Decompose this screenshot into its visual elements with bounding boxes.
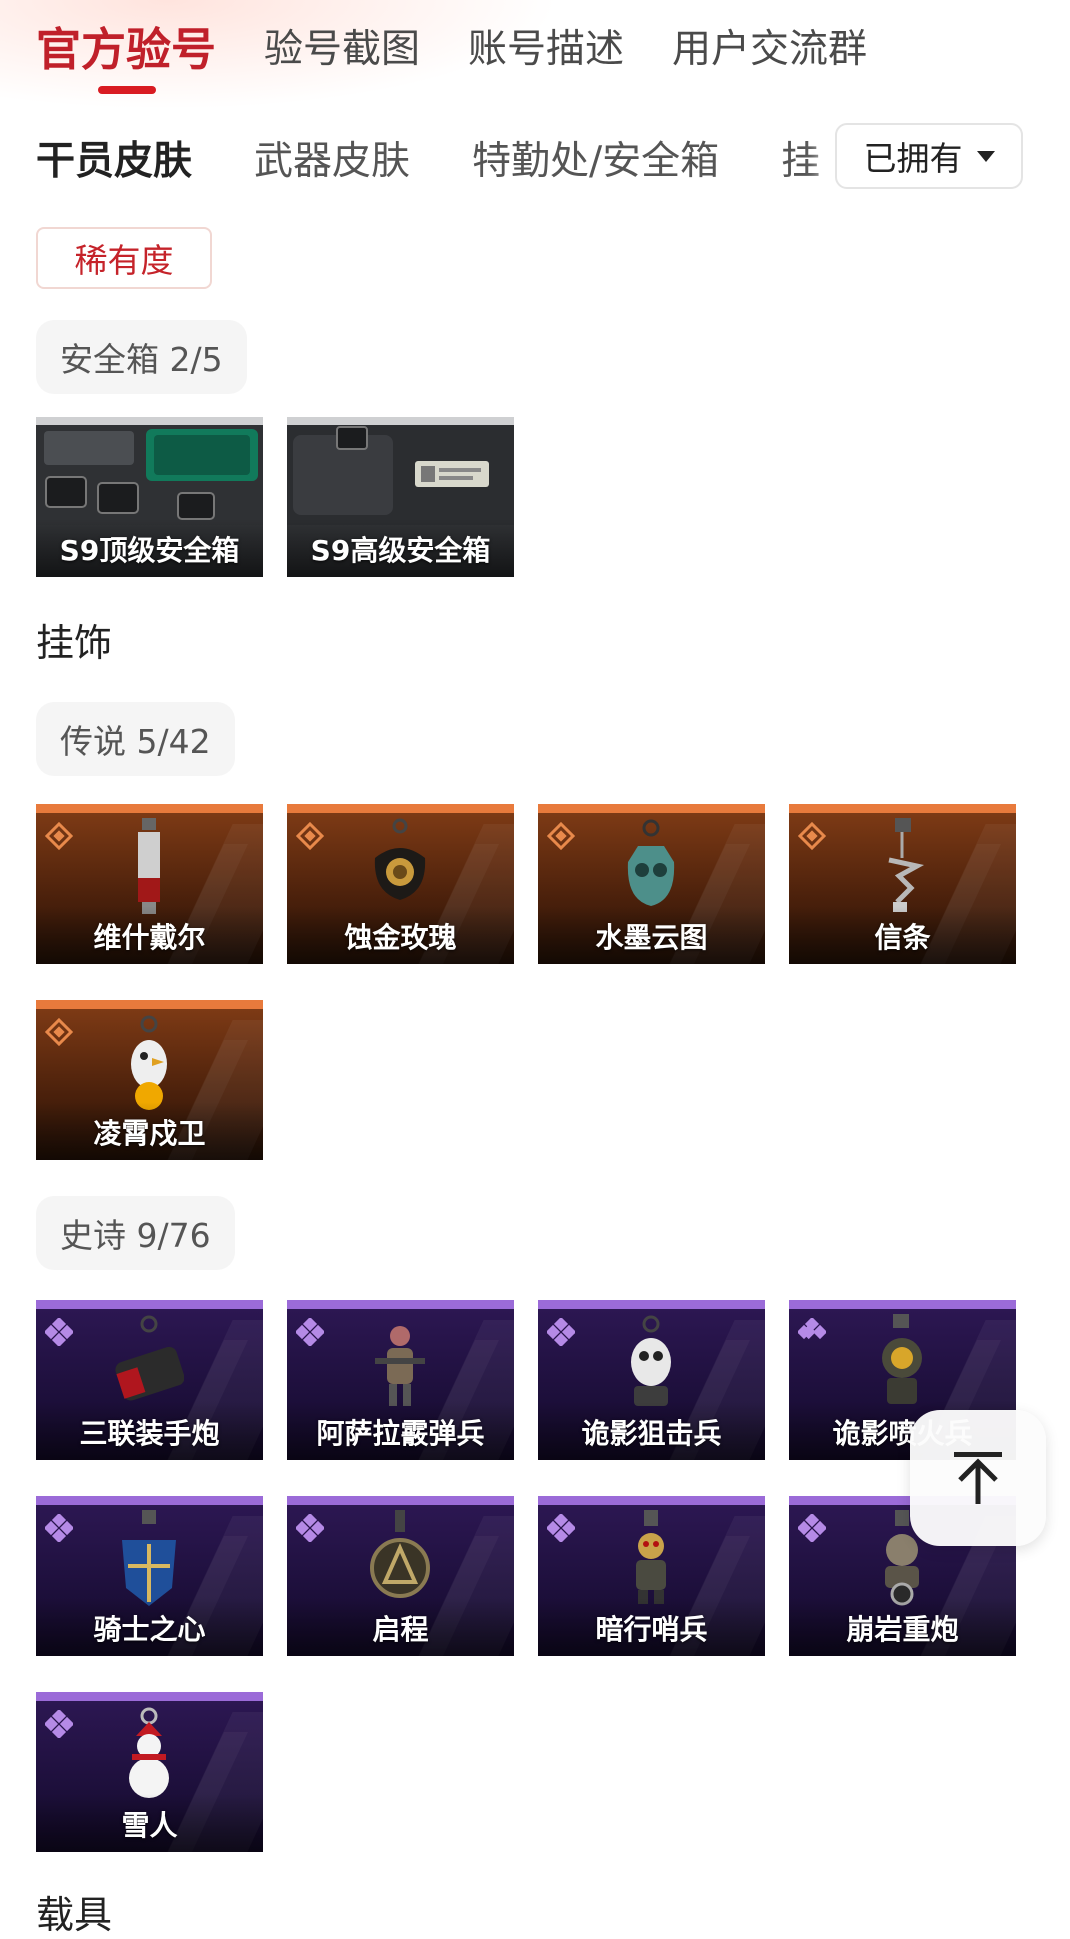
epic-rarity-icon	[45, 1318, 73, 1346]
item-card[interactable]: 诡影狙击兵	[538, 1300, 765, 1460]
item-card[interactable]: 蚀金玫瑰	[287, 804, 514, 964]
pendant-heading: 挂饰	[36, 621, 113, 665]
item-name: 雪人	[121, 1809, 178, 1842]
item-name: 信条	[874, 921, 931, 954]
item-name: 三联装手炮	[79, 1417, 220, 1450]
item-name: 崩岩重炮	[846, 1613, 959, 1646]
back-to-top-button[interactable]	[910, 1410, 1046, 1546]
vehicle-heading: 载具	[36, 1893, 113, 1937]
tab-account-description[interactable]: 账号描述	[468, 18, 624, 98]
item-card[interactable]: 三联装手炮	[36, 1300, 263, 1460]
epic-section-chip: 史诗 9/76	[36, 1196, 235, 1270]
item-name: 阿萨拉霰弹兵	[316, 1417, 485, 1450]
item-card[interactable]: 凌霄戍卫	[36, 1000, 263, 1160]
arrow-up-icon	[954, 1452, 1002, 1504]
caret-down-icon	[976, 150, 995, 162]
item-name: 骑士之心	[93, 1613, 206, 1646]
tab-verify-screenshots[interactable]: 验号截图	[264, 18, 420, 98]
item-name: 凌霄戍卫	[93, 1117, 206, 1150]
tab-account-description-label: 账号描述	[468, 27, 625, 72]
tab-official-verify-label: 官方验号	[36, 23, 217, 76]
epic-rarity-icon	[296, 1514, 324, 1542]
item-name: 水墨云图	[595, 921, 708, 954]
active-tab-indicator	[98, 86, 156, 94]
legend-rarity-icon	[798, 822, 826, 850]
legend-rarity-icon	[547, 822, 575, 850]
item-card[interactable]: 信条	[789, 804, 1016, 964]
item-card[interactable]: 雪人	[36, 1692, 263, 1852]
epic-rarity-icon	[547, 1514, 575, 1542]
item-card[interactable]: S9高级安全箱	[287, 417, 514, 577]
item-card[interactable]: 水墨云图	[538, 804, 765, 964]
owned-filter-label: 已拥有	[863, 139, 963, 178]
epic-rarity-icon	[296, 1318, 324, 1346]
tab-official-verify[interactable]: 官方验号	[36, 18, 216, 98]
item-card[interactable]: 维什戴尔	[36, 804, 263, 964]
item-card[interactable]: 启程	[287, 1496, 514, 1656]
rarity-filter-button[interactable]: 稀有度	[36, 227, 212, 289]
category-tab-row: 干员皮肤 武器皮肤 特勤处/安全箱 挂 已拥有	[36, 122, 1036, 194]
category-tab-pendants[interactable]: 挂	[781, 130, 820, 186]
item-name: 蚀金玫瑰	[344, 921, 457, 954]
tab-user-group[interactable]: 用户交流群	[672, 18, 867, 98]
item-card[interactable]: 暗行哨兵	[538, 1496, 765, 1656]
legend-rarity-icon	[45, 822, 73, 850]
item-card[interactable]: 阿萨拉霰弹兵	[287, 1300, 514, 1460]
epic-rarity-icon	[547, 1318, 575, 1346]
tab-user-group-label: 用户交流群	[672, 27, 868, 72]
item-name: S9高级安全箱	[310, 534, 491, 567]
epic-rarity-icon	[45, 1710, 73, 1738]
safebox-image	[287, 425, 514, 525]
epic-rarity-icon	[798, 1514, 826, 1542]
category-tabs[interactable]: 干员皮肤 武器皮肤 特勤处/安全箱 挂	[36, 122, 826, 194]
main-tab-bar: 官方验号 验号截图 账号描述 用户交流群	[36, 18, 915, 98]
category-tab-weapon-skins[interactable]: 武器皮肤	[254, 130, 410, 186]
item-name: 诡影狙击兵	[581, 1417, 722, 1450]
tab-verify-screenshots-label: 验号截图	[264, 27, 421, 72]
epic-rarity-icon	[798, 1318, 826, 1340]
safebox-section-chip: 安全箱 2/5	[36, 320, 247, 394]
rarity-filter-label: 稀有度	[74, 241, 174, 280]
epic-rarity-icon	[45, 1514, 73, 1542]
item-card[interactable]: S9顶级安全箱	[36, 417, 263, 577]
legend-section-chip: 传说 5/42	[36, 702, 235, 776]
item-name: 暗行哨兵	[595, 1613, 708, 1646]
safebox-image	[36, 425, 263, 525]
item-name: 启程	[372, 1613, 429, 1646]
category-tab-operator-skins[interactable]: 干员皮肤	[36, 130, 192, 186]
item-name: S9顶级安全箱	[59, 534, 240, 567]
legend-rarity-icon	[45, 1018, 73, 1046]
item-name: 维什戴尔	[93, 921, 206, 954]
category-tab-special-ops-safebox[interactable]: 特勤处/安全箱	[472, 130, 719, 186]
legend-rarity-icon	[296, 822, 324, 850]
item-card[interactable]: 骑士之心	[36, 1496, 263, 1656]
owned-filter-dropdown[interactable]: 已拥有	[835, 123, 1023, 189]
